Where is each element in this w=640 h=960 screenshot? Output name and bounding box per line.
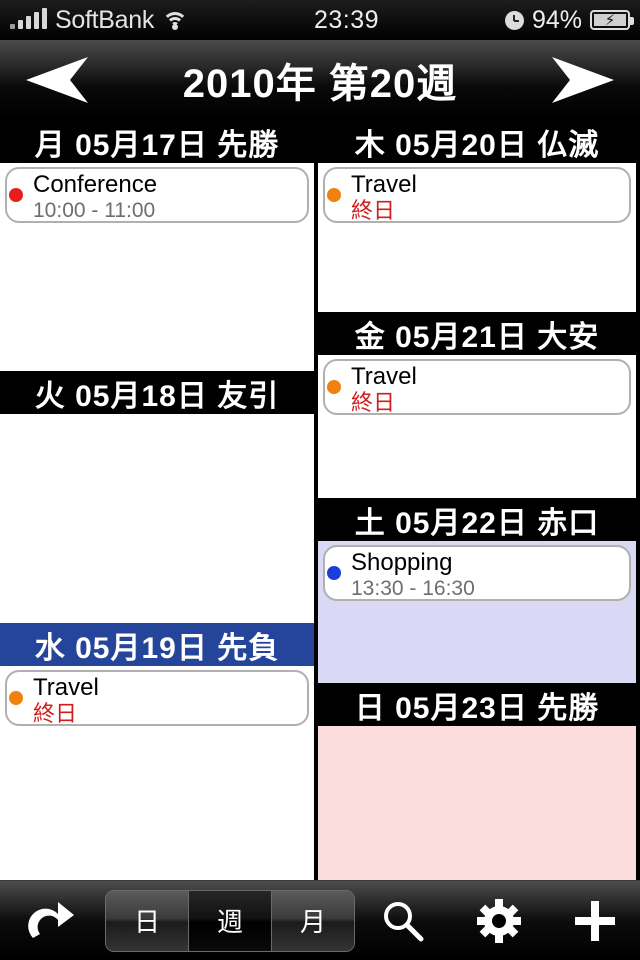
event-card[interactable]: Travel 終日: [5, 670, 309, 726]
day-panel-mon: 月 05月17日 先勝 Conference 10:00 - 11:00: [0, 120, 314, 371]
event-time: 10:00 - 11:00: [33, 199, 156, 222]
status-bar-center: 23:39: [188, 6, 505, 35]
day-events-fri[interactable]: Travel 終日: [318, 355, 636, 498]
day-events-thu[interactable]: Travel 終日: [318, 163, 636, 312]
view-mode-segmented-control[interactable]: 日週月: [105, 889, 355, 952]
next-week-button[interactable]: [552, 56, 614, 103]
page-title: 2010年 第20週: [182, 61, 458, 106]
view-mode-segment-1[interactable]: 週: [189, 890, 272, 951]
event-color-dot-icon: [327, 380, 341, 394]
signal-bars-icon: [10, 8, 47, 29]
day-panel-fri: 金 05月21日 大安 Travel 終日: [318, 312, 636, 498]
view-mode-segment-0[interactable]: 日: [106, 890, 189, 951]
gear-icon: [477, 898, 521, 943]
event-title: Travel: [33, 674, 99, 701]
day-header-thu[interactable]: 木 05月20日 仏滅: [318, 120, 636, 163]
wifi-icon: [162, 10, 189, 30]
event-title: Travel: [351, 363, 417, 390]
day-events-tue[interactable]: [0, 414, 314, 623]
status-bar-right: 94% ⚡: [504, 5, 634, 35]
day-header-fri[interactable]: 金 05月21日 大安: [318, 312, 636, 355]
bottom-toolbar: 日週月: [0, 880, 640, 960]
event-card[interactable]: Travel 終日: [323, 167, 631, 223]
title-bar: 2010年 第20週: [0, 40, 640, 120]
event-color-dot-icon: [327, 188, 341, 202]
day-panel-thu: 木 05月20日 仏滅 Travel 終日: [318, 120, 636, 312]
event-card[interactable]: Shopping 13:30 - 16:30: [323, 545, 631, 601]
day-events-wed[interactable]: Travel 終日: [0, 666, 314, 880]
day-header-sat[interactable]: 土 05月22日 赤口: [318, 498, 636, 541]
event-color-dot-icon: [327, 566, 341, 580]
event-title: Shopping: [351, 549, 453, 576]
event-card[interactable]: Conference 10:00 - 11:00: [5, 167, 309, 223]
event-time: 終日: [351, 198, 396, 223]
previous-week-button[interactable]: [26, 56, 88, 103]
week-column-left: 月 05月17日 先勝 Conference 10:00 - 11:00 火 05月1…: [0, 120, 318, 880]
add-event-button[interactable]: [547, 881, 640, 960]
settings-button[interactable]: [451, 881, 547, 960]
event-card[interactable]: Travel 終日: [323, 359, 631, 415]
event-color-dot-icon: [9, 691, 23, 705]
event-time: 13:30 - 16:30: [351, 577, 475, 600]
day-panel-sun: 日 05月23日 先勝: [318, 683, 636, 880]
day-header-tue[interactable]: 火 05月18日 友引: [0, 371, 314, 414]
day-panel-tue: 火 05月18日 友引: [0, 371, 314, 623]
carrier-label: SoftBank: [55, 5, 155, 34]
day-panel-wed: 水 05月19日 先負 Travel 終日: [0, 623, 314, 880]
day-events-mon[interactable]: Conference 10:00 - 11:00: [0, 163, 314, 371]
alarm-clock-icon: [504, 10, 524, 30]
week-grid: 月 05月17日 先勝 Conference 10:00 - 11:00 火 05月1…: [0, 120, 640, 880]
status-bar: SoftBank 23:39 94% ⚡: [0, 0, 640, 40]
search-button[interactable]: [355, 881, 451, 960]
search-icon: [384, 901, 424, 941]
week-column-right: 木 05月20日 仏滅 Travel 終日金 05月21日 大安 Travel 終日土 …: [318, 120, 636, 880]
event-title: Conference: [33, 171, 158, 198]
day-panel-sat: 土 05月22日 赤口 Shopping 13:30 - 16:30: [318, 498, 636, 683]
plus-icon: [575, 900, 615, 941]
day-header-sun[interactable]: 日 05月23日 先勝: [318, 683, 636, 726]
day-header-mon[interactable]: 月 05月17日 先勝: [0, 120, 314, 163]
status-bar-left: SoftBank: [10, 5, 189, 35]
day-header-wed[interactable]: 水 05月19日 先負: [0, 623, 314, 666]
view-mode-segment-2[interactable]: 月: [272, 890, 354, 951]
status-time: 23:39: [313, 5, 380, 34]
battery-charging-icon: ⚡: [590, 10, 634, 30]
event-color-dot-icon: [9, 188, 23, 202]
event-time: 終日: [33, 701, 78, 726]
week-calendar-app: SoftBank 23:39 94% ⚡ 2010年 第20週 月 05月17日…: [0, 0, 640, 960]
event-title: Travel: [351, 171, 417, 198]
event-time: 終日: [351, 390, 396, 415]
refresh-button[interactable]: [0, 881, 100, 960]
battery-percent: 94%: [531, 5, 582, 34]
day-events-sun[interactable]: [318, 726, 636, 880]
day-events-sat[interactable]: Shopping 13:30 - 16:30: [318, 541, 636, 683]
